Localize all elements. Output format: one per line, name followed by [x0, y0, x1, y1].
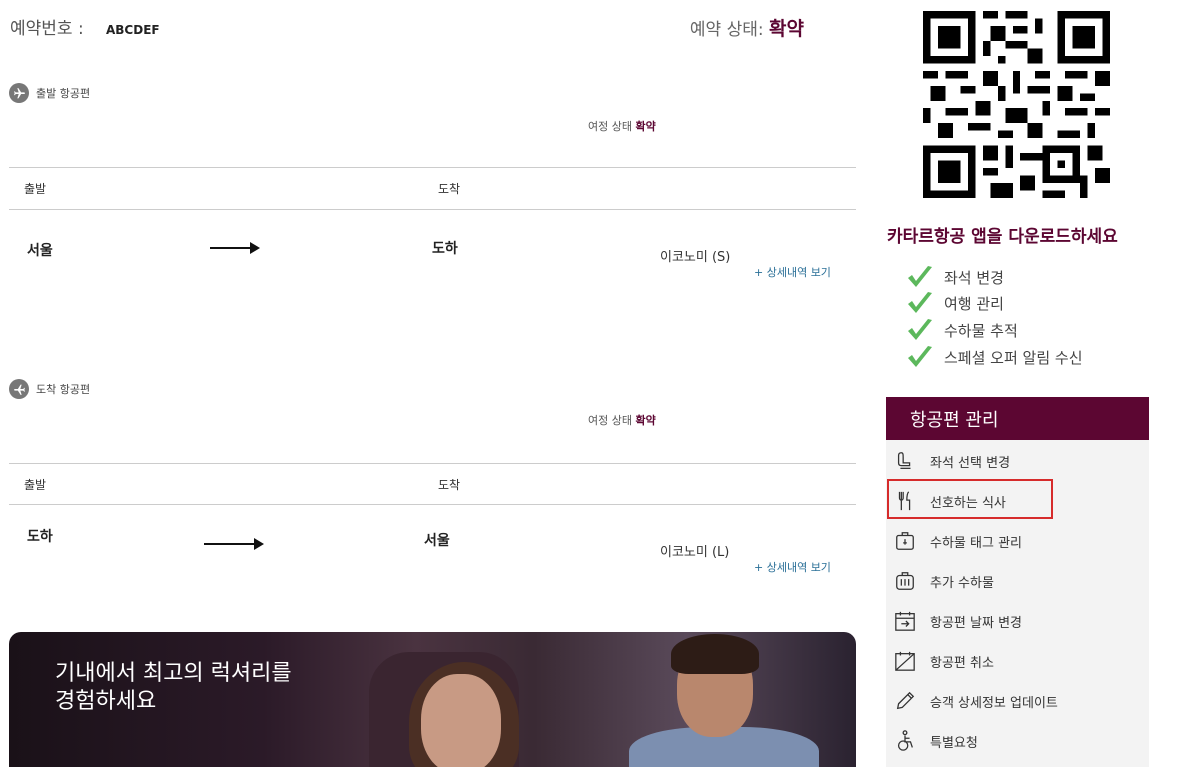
- manage-extra-baggage[interactable]: 추가 수하물: [892, 566, 1142, 596]
- cancel-flight-icon: [892, 649, 918, 673]
- wheelchair-icon: [892, 729, 918, 753]
- manage-item-label: 추가 수하물: [930, 575, 994, 591]
- pencil-icon: [892, 689, 918, 713]
- check-icon: [908, 266, 932, 287]
- inbound-trip-status: 여정 상태 확약: [588, 412, 656, 428]
- inbound-origin-city: 도하: [27, 529, 53, 545]
- divider: [9, 504, 856, 505]
- departure-plane-icon: [9, 83, 29, 103]
- manage-special-request[interactable]: 특별요청: [892, 726, 1142, 756]
- route-arrow-icon: [210, 242, 260, 254]
- check-icon: [908, 346, 932, 367]
- baggage-tag-icon: [892, 529, 918, 553]
- booking-status: 예약 상태: 확약: [690, 14, 804, 41]
- inbound-cabin-class: 이코노미 (L): [660, 545, 730, 560]
- inbound-details-link[interactable]: + 상세내역 보기: [754, 559, 831, 575]
- booking-number-value: ABCDEF: [106, 23, 160, 37]
- luxury-promo-banner[interactable]: 기내에서 최고의 럭셔리를 경험하세요: [9, 632, 856, 767]
- route-arrow-icon: [204, 538, 264, 550]
- feature-label: 수하물 추적: [944, 321, 1018, 340]
- manage-cancel-flight[interactable]: 항공편 취소: [892, 646, 1142, 676]
- feature-item: 수하물 추적: [906, 317, 1018, 343]
- feature-item: 좌석 변경: [906, 264, 1004, 290]
- trip-status-label: 여정 상태: [588, 120, 632, 133]
- arrival-plane-icon: [9, 379, 29, 399]
- highlight-box: [887, 479, 1053, 519]
- manage-item-label: 수하물 태그 관리: [930, 535, 1022, 551]
- outbound-section-title: 출발 항공편: [36, 87, 91, 100]
- outbound-destination-city: 도하: [432, 241, 458, 257]
- manage-item-label: 승객 상세정보 업데이트: [930, 695, 1058, 711]
- outbound-details-link[interactable]: + 상세내역 보기: [754, 264, 831, 280]
- qr-code-icon: [923, 11, 1110, 198]
- manage-item-label: 항공편 취소: [930, 655, 994, 671]
- feature-item: 여행 관리: [906, 290, 1004, 316]
- manage-change-date[interactable]: 항공편 날짜 변경: [892, 606, 1142, 636]
- trip-status-value: 확약: [635, 120, 656, 133]
- manage-seat-selection[interactable]: 좌석 선택 변경: [892, 446, 1142, 476]
- divider: [9, 463, 856, 464]
- passenger-hair: [671, 634, 759, 674]
- col-departure: 출발: [24, 478, 47, 492]
- check-icon: [908, 319, 932, 340]
- banner-title: 기내에서 최고의 럭셔리를 경험하세요: [55, 661, 292, 714]
- manage-update-passenger[interactable]: 승객 상세정보 업데이트: [892, 686, 1142, 716]
- trip-status-value: 확약: [635, 414, 656, 427]
- inbound-section-title: 도착 항공편: [36, 383, 91, 396]
- outbound-cabin-class: 이코노미 (S): [660, 250, 731, 265]
- feature-item: 스페셜 오퍼 알림 수신: [906, 344, 1083, 370]
- col-departure: 출발: [24, 182, 47, 196]
- booking-number-label: 예약번호 :: [10, 19, 84, 39]
- calendar-change-icon: [892, 609, 918, 633]
- col-arrival: 도착: [438, 478, 461, 492]
- booking-status-value: 확약: [769, 18, 804, 40]
- divider: [9, 167, 856, 168]
- manage-item-label: 항공편 날짜 변경: [930, 615, 1022, 631]
- manage-item-label: 좌석 선택 변경: [930, 455, 1011, 471]
- trip-status-label: 여정 상태: [588, 414, 632, 427]
- extra-baggage-icon: [892, 569, 918, 593]
- passenger-face: [421, 674, 501, 767]
- manage-item-label: 특별요청: [930, 735, 978, 751]
- inbound-destination-city: 서울: [424, 533, 450, 549]
- outbound-trip-status: 여정 상태 확약: [588, 118, 656, 134]
- feature-label: 스페셜 오퍼 알림 수신: [944, 348, 1083, 367]
- booking-status-label: 예약 상태:: [689, 20, 764, 40]
- check-icon: [908, 292, 932, 313]
- manage-baggage-tag[interactable]: 수하물 태그 관리: [892, 526, 1142, 556]
- seat-icon: [892, 449, 918, 473]
- app-download-promo: 카타르항공 앱을 다운로드하세요: [887, 227, 1118, 247]
- feature-label: 여행 관리: [944, 294, 1004, 313]
- col-arrival: 도착: [438, 182, 461, 196]
- divider: [9, 209, 856, 210]
- outbound-origin-city: 서울: [27, 243, 53, 259]
- manage-flight-header: 항공편 관리: [886, 397, 1149, 440]
- feature-label: 좌석 변경: [944, 268, 1004, 287]
